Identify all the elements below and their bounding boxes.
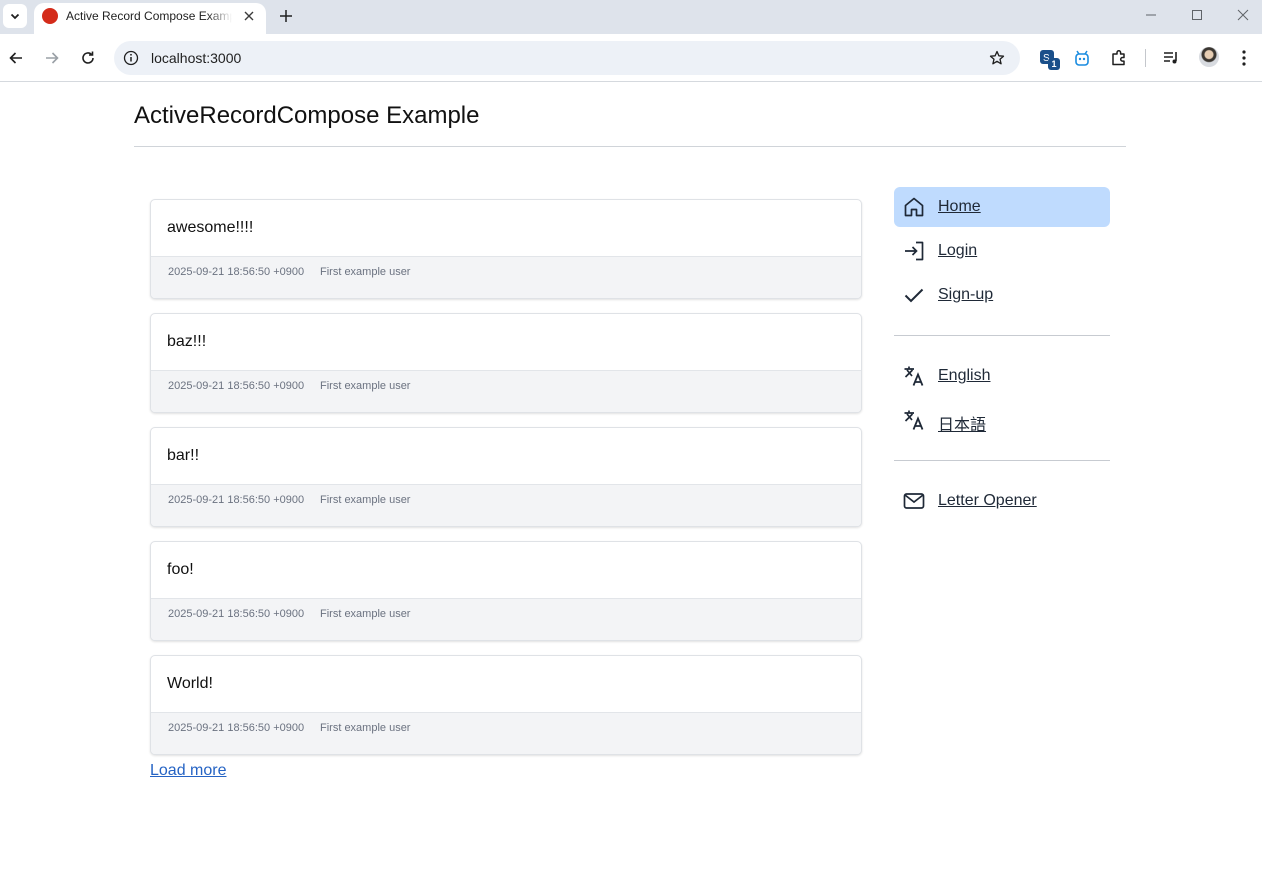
post-meta: 2025-09-21 18:56:50 +0900 First example … bbox=[151, 484, 861, 526]
page-title: ActiveRecordCompose Example bbox=[134, 102, 480, 129]
post-body: foo! bbox=[167, 561, 194, 578]
reload-button[interactable] bbox=[76, 46, 100, 70]
menu-item-label[interactable]: Home bbox=[938, 198, 981, 216]
post-timestamp: 2025-09-21 18:56:50 +0900 bbox=[168, 608, 305, 620]
menu-item-home[interactable]: Home bbox=[894, 187, 1110, 227]
post-meta: 2025-09-21 18:56:50 +0900 First example … bbox=[151, 370, 861, 412]
extension-button[interactable] bbox=[1070, 46, 1094, 70]
menu-item-letter-opener[interactable]: Letter Opener bbox=[894, 481, 1110, 521]
post-body: baz!!! bbox=[167, 333, 207, 350]
minimize-button[interactable] bbox=[1136, 4, 1166, 26]
site-info-icon[interactable] bbox=[122, 49, 140, 67]
post-timestamp: 2025-09-21 18:56:50 +0900 bbox=[168, 380, 305, 392]
translate-icon bbox=[904, 410, 924, 430]
kebab-menu-icon bbox=[1242, 50, 1246, 66]
post-timestamp: 2025-09-21 18:56:50 +0900 bbox=[168, 266, 305, 278]
arrow-right-icon bbox=[46, 52, 59, 64]
minimize-icon bbox=[1146, 14, 1156, 16]
url-text[interactable]: localhost:3000 bbox=[151, 50, 241, 66]
maximize-icon bbox=[1192, 10, 1202, 20]
playlist-icon bbox=[1164, 52, 1177, 64]
post-author: First example user bbox=[320, 380, 411, 392]
home-icon bbox=[904, 197, 924, 217]
extensions-menu-button[interactable] bbox=[1107, 46, 1131, 70]
address-bar[interactable]: localhost:3000 bbox=[114, 41, 1020, 75]
menu-item-label[interactable]: Letter Opener bbox=[938, 492, 1037, 510]
tab-title: Active Record Compose Example bbox=[66, 9, 232, 23]
menu-divider bbox=[894, 335, 1110, 336]
extension-button[interactable]: S 1 bbox=[1036, 46, 1060, 70]
post-card: bar!! 2025-09-21 18:56:50 +0900 First ex… bbox=[150, 427, 862, 527]
post-author: First example user bbox=[320, 494, 411, 506]
new-tab-button[interactable] bbox=[275, 5, 297, 27]
post-body: World! bbox=[167, 675, 213, 692]
profile-avatar[interactable] bbox=[1199, 47, 1219, 67]
close-icon bbox=[1237, 9, 1249, 21]
login-icon bbox=[905, 241, 924, 261]
arrow-left-icon bbox=[9, 52, 22, 64]
menu-divider bbox=[894, 460, 1110, 461]
close-window-button[interactable] bbox=[1228, 4, 1258, 26]
browser-toolbar: localhost:3000 S 1 bbox=[0, 34, 1262, 81]
menu-item-label[interactable]: 日本語 bbox=[938, 411, 986, 435]
post-body: awesome!!!! bbox=[167, 219, 254, 236]
maximize-button[interactable] bbox=[1182, 4, 1212, 26]
post-timestamp: 2025-09-21 18:56:50 +0900 bbox=[168, 722, 305, 734]
post-card: baz!!! 2025-09-21 18:56:50 +0900 First e… bbox=[150, 313, 862, 413]
post-meta: 2025-09-21 18:56:50 +0900 First example … bbox=[151, 712, 861, 754]
toolbar-separator bbox=[1145, 49, 1146, 67]
extension-badge: 1 bbox=[1048, 58, 1060, 70]
page-header: ActiveRecordCompose Example bbox=[134, 101, 1126, 147]
menu-item-label[interactable]: Sign-up bbox=[938, 286, 993, 304]
back-button[interactable] bbox=[4, 46, 28, 70]
menu-item-sign-up[interactable]: Sign-up bbox=[894, 275, 1110, 315]
tab-strip: Active Record Compose Example bbox=[0, 0, 1262, 34]
chevron-down-icon bbox=[10, 13, 20, 20]
browser-tab[interactable]: Active Record Compose Example bbox=[34, 3, 266, 34]
menu-item-label[interactable]: Login bbox=[938, 242, 977, 260]
post-author: First example user bbox=[320, 266, 411, 278]
bookmark-star-icon[interactable] bbox=[988, 49, 1006, 67]
reload-icon bbox=[82, 51, 94, 64]
translate-icon bbox=[904, 366, 924, 386]
menu-item-login[interactable]: Login bbox=[894, 231, 1110, 271]
post-meta: 2025-09-21 18:56:50 +0900 First example … bbox=[151, 256, 861, 298]
post-list: awesome!!!! 2025-09-21 18:56:50 +0900 Fi… bbox=[150, 199, 862, 769]
tab-close-button[interactable] bbox=[240, 7, 258, 25]
check-icon bbox=[904, 288, 924, 303]
post-meta: 2025-09-21 18:56:50 +0900 First example … bbox=[151, 598, 861, 640]
close-icon bbox=[244, 11, 254, 21]
post-author: First example user bbox=[320, 722, 411, 734]
post-timestamp: 2025-09-21 18:56:50 +0900 bbox=[168, 494, 305, 506]
post-author: First example user bbox=[320, 608, 411, 620]
menu-item-english[interactable]: English bbox=[894, 356, 1110, 396]
post-body: bar!! bbox=[167, 447, 200, 464]
toolbar-border bbox=[0, 81, 1262, 82]
post-card: World! 2025-09-21 18:56:50 +0900 First e… bbox=[150, 655, 862, 755]
tab-search-button[interactable] bbox=[3, 4, 27, 28]
mail-icon bbox=[903, 493, 925, 509]
post-card: awesome!!!! 2025-09-21 18:56:50 +0900 Fi… bbox=[150, 199, 862, 299]
browser-menu-button[interactable] bbox=[1232, 46, 1256, 70]
post-card: foo! 2025-09-21 18:56:50 +0900 First exa… bbox=[150, 541, 862, 641]
plus-icon bbox=[280, 10, 292, 22]
forward-button[interactable] bbox=[40, 46, 64, 70]
media-controls-button[interactable] bbox=[1160, 46, 1184, 70]
robot-extension-icon bbox=[1075, 50, 1089, 66]
menu-item-label[interactable]: English bbox=[938, 367, 990, 385]
load-more-link[interactable]: Load more bbox=[150, 762, 227, 780]
puzzle-icon bbox=[1112, 49, 1125, 66]
menu-item-japanese[interactable]: 日本語 bbox=[894, 400, 1110, 440]
favicon-icon bbox=[42, 8, 58, 24]
